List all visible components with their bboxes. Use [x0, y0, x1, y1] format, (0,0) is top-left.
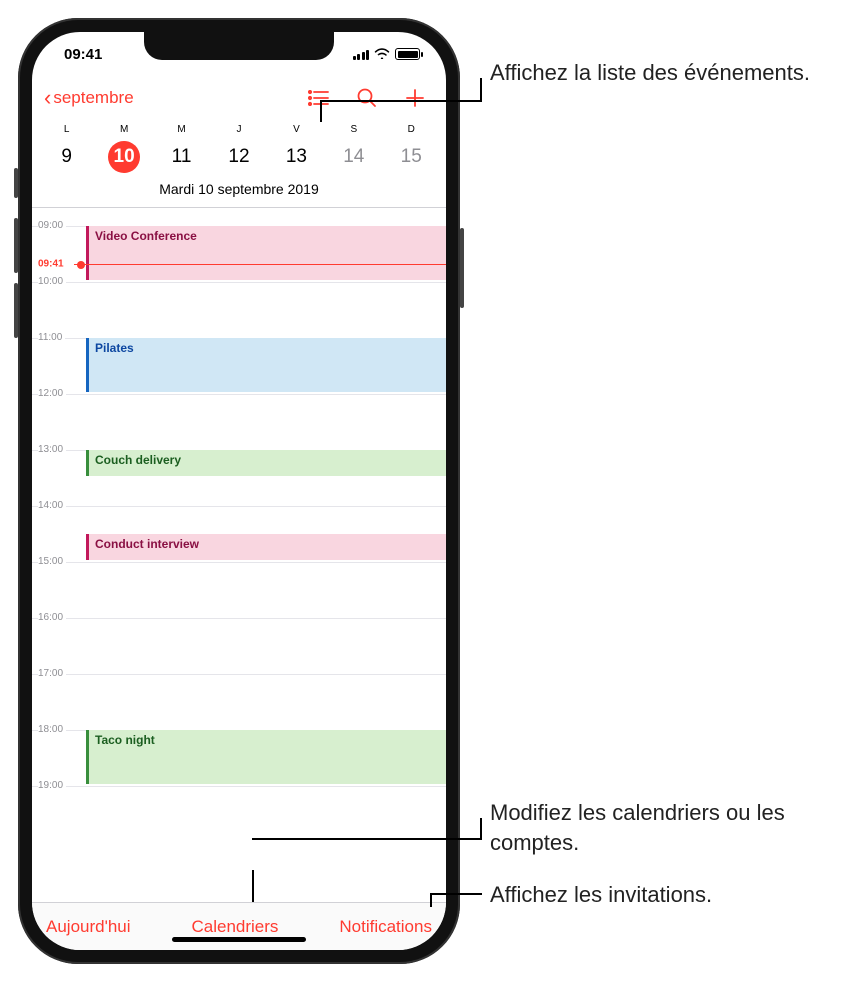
event-title: Couch delivery [95, 453, 181, 467]
phone-frame: 09:41 ‹ septembre [18, 18, 460, 964]
hour-label: 09:00 [38, 220, 66, 231]
screen: 09:41 ‹ septembre [32, 32, 446, 950]
day-letter: J [236, 124, 241, 135]
day-letter: S [350, 124, 357, 135]
hour-label: 16:00 [38, 612, 66, 623]
day-number[interactable]: 10 [108, 141, 140, 173]
hour-label: 13:00 [38, 444, 66, 455]
day-column[interactable]: M 11 [153, 124, 210, 173]
day-column[interactable]: J 12 [210, 124, 267, 173]
event-title: Conduct interview [95, 537, 199, 551]
event-block[interactable]: Video Conference [86, 226, 446, 280]
day-number[interactable]: 11 [166, 141, 198, 173]
day-letter: M [120, 124, 128, 135]
day-number[interactable]: 15 [395, 141, 427, 173]
hour-label: 15:00 [38, 556, 66, 567]
hour-label: 19:00 [38, 780, 66, 791]
list-icon [308, 90, 330, 106]
now-indicator [74, 264, 446, 265]
hour-label: 12:00 [38, 388, 66, 399]
now-time-label: 09:41 [38, 259, 67, 270]
hour-row: 16:00 [32, 618, 446, 674]
search-button[interactable] [356, 87, 378, 109]
day-column[interactable]: D 15 [383, 124, 440, 173]
day-letter: D [408, 124, 415, 135]
battery-icon [395, 48, 420, 60]
chevron-left-icon: ‹ [44, 87, 51, 109]
day-column[interactable]: M 10 [95, 124, 152, 173]
day-column[interactable]: L9 [38, 124, 95, 173]
hour-row: 10:00 [32, 282, 446, 338]
toolbar: Aujourd'hui Calendriers Notifications [32, 902, 446, 950]
hour-row: 17:00 [32, 674, 446, 730]
day-letter: L [64, 124, 70, 135]
event-block[interactable]: Taco night [86, 730, 446, 784]
callout-edit-calendars: Modifiez les calendriers ou les comptes. [490, 798, 840, 857]
list-view-button[interactable] [308, 87, 330, 109]
day-number[interactable]: 12 [223, 141, 255, 173]
home-indicator[interactable] [172, 937, 306, 942]
callout-list-events: Affichez la liste des événements. [490, 58, 830, 88]
nav-bar: ‹ septembre [32, 76, 446, 120]
event-block[interactable]: Pilates [86, 338, 446, 392]
hour-row: 15:00 [32, 562, 446, 618]
back-label: septembre [53, 88, 133, 108]
back-button[interactable]: ‹ septembre [44, 87, 134, 109]
wifi-icon [374, 47, 390, 59]
status-time: 09:41 [54, 46, 102, 63]
day-column[interactable]: V 13 [268, 124, 325, 173]
week-row: L9M10M11J12V13S14D15 [32, 120, 446, 173]
event-title: Video Conference [95, 229, 197, 243]
event-block[interactable]: Conduct interview [86, 534, 446, 560]
hour-label: 10:00 [38, 276, 66, 287]
plus-icon [405, 88, 425, 108]
signal-icon [353, 48, 370, 60]
event-block[interactable]: Couch delivery [86, 450, 446, 476]
hour-label: 18:00 [38, 724, 66, 735]
notifications-button[interactable]: Notifications [339, 917, 432, 937]
hour-row: 12:00 [32, 394, 446, 450]
date-header: Mardi 10 septembre 2019 [32, 173, 446, 208]
hour-label: 17:00 [38, 668, 66, 679]
callout-invitations: Affichez les invitations. [490, 880, 840, 910]
timeline[interactable]: 09:0010:0011:0012:0013:0014:0015:0016:00… [32, 208, 446, 902]
day-letter: M [177, 124, 185, 135]
event-title: Pilates [95, 341, 134, 355]
notch [144, 32, 334, 60]
add-event-button[interactable] [404, 87, 426, 109]
status-right [353, 48, 425, 60]
hour-row: 19:00 [32, 786, 446, 842]
day-letter: V [293, 124, 300, 135]
hour-label: 11:00 [38, 332, 65, 343]
day-number[interactable]: 14 [338, 141, 370, 173]
day-number[interactable]: 9 [51, 141, 83, 173]
today-button[interactable]: Aujourd'hui [46, 917, 131, 937]
search-icon [357, 88, 377, 108]
event-title: Taco night [95, 733, 155, 747]
hour-label: 14:00 [38, 500, 66, 511]
day-number[interactable]: 13 [280, 141, 312, 173]
day-column[interactable]: S 14 [325, 124, 382, 173]
calendars-button[interactable]: Calendriers [191, 917, 278, 937]
